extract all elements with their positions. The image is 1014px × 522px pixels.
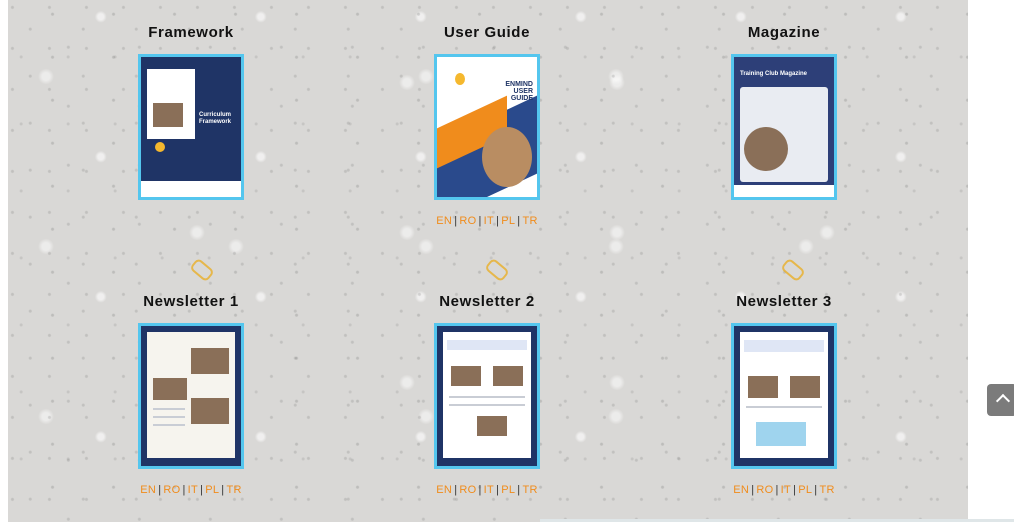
downloads-panel: Framework Curriculum Framework User Guid… <box>8 0 968 522</box>
lang-link-it[interactable]: IT <box>188 484 198 496</box>
user-guide-cover[interactable]: ENMIND USER GUIDE <box>434 54 540 200</box>
lang-link-ro[interactable]: RO <box>756 484 773 496</box>
newsletter-1-cover[interactable] <box>138 323 244 469</box>
newsletter-3-cover[interactable] <box>731 323 837 469</box>
cover-title: ENMIND USER GUIDE <box>505 81 533 102</box>
language-links: EN | RO | IT | PL | TR <box>140 484 242 496</box>
lang-link-tr[interactable]: TR <box>819 484 834 496</box>
framework-cover[interactable]: Curriculum Framework <box>138 54 244 200</box>
chevron-up-icon <box>995 393 1011 409</box>
lang-link-ro[interactable]: RO <box>459 484 476 496</box>
lang-link-ro[interactable]: RO <box>459 215 476 227</box>
lang-link-it[interactable]: IT <box>781 484 791 496</box>
lang-link-tr[interactable]: TR <box>226 484 241 496</box>
lang-link-it[interactable]: IT <box>484 484 494 496</box>
language-links: EN | RO | IT | PL | TR <box>436 215 538 227</box>
language-links: EN | RO | IT | PL | TR <box>436 484 538 496</box>
back-to-top-button[interactable] <box>987 384 1014 416</box>
item-framework: Framework Curriculum Framework <box>71 23 311 200</box>
item-newsletter-2: Newsletter 2 EN | RO | IT | PL | TR <box>367 292 607 496</box>
paperclip-icon <box>484 257 510 283</box>
lang-link-pl[interactable]: PL <box>798 484 812 496</box>
lang-link-ro[interactable]: RO <box>163 484 180 496</box>
magazine-cover[interactable]: Training Club Magazine <box>731 54 837 200</box>
item-user-guide: User Guide ENMIND USER GUIDE EN | RO | IT | PL… <box>367 23 607 227</box>
lang-link-en[interactable]: EN <box>436 215 452 227</box>
item-newsletter-1: Newsletter 1 EN | RO | IT | PL | TR <box>71 292 311 496</box>
item-title: Newsletter 2 <box>439 293 535 310</box>
newsletter-2-cover[interactable] <box>434 323 540 469</box>
item-newsletter-3: Newsletter 3 EN | RO | IT | PL | TR <box>664 292 904 496</box>
item-title: User Guide <box>443 24 531 41</box>
lang-link-en[interactable]: EN <box>733 484 749 496</box>
lang-link-it[interactable]: IT <box>484 215 494 227</box>
lang-link-tr[interactable]: TR <box>522 484 537 496</box>
lang-link-en[interactable]: EN <box>436 484 452 496</box>
item-magazine: Magazine Training Club Magazine <box>664 23 904 200</box>
cover-title: Curriculum Framework <box>199 112 232 125</box>
paperclip-icon <box>780 257 806 283</box>
item-title: Magazine <box>747 24 821 41</box>
lang-link-pl[interactable]: PL <box>501 484 515 496</box>
item-title: Framework <box>148 24 234 41</box>
lang-link-tr[interactable]: TR <box>522 215 537 227</box>
lang-link-pl[interactable]: PL <box>205 484 219 496</box>
paperclip-icon <box>189 257 215 283</box>
language-links: EN | RO | IT | PL | TR <box>733 484 835 496</box>
lang-link-en[interactable]: EN <box>140 484 156 496</box>
cover-title: Training Club Magazine <box>740 71 808 77</box>
item-title: Newsletter 3 <box>736 293 832 310</box>
item-title: Newsletter 1 <box>143 293 239 310</box>
lang-link-pl[interactable]: PL <box>501 215 515 227</box>
